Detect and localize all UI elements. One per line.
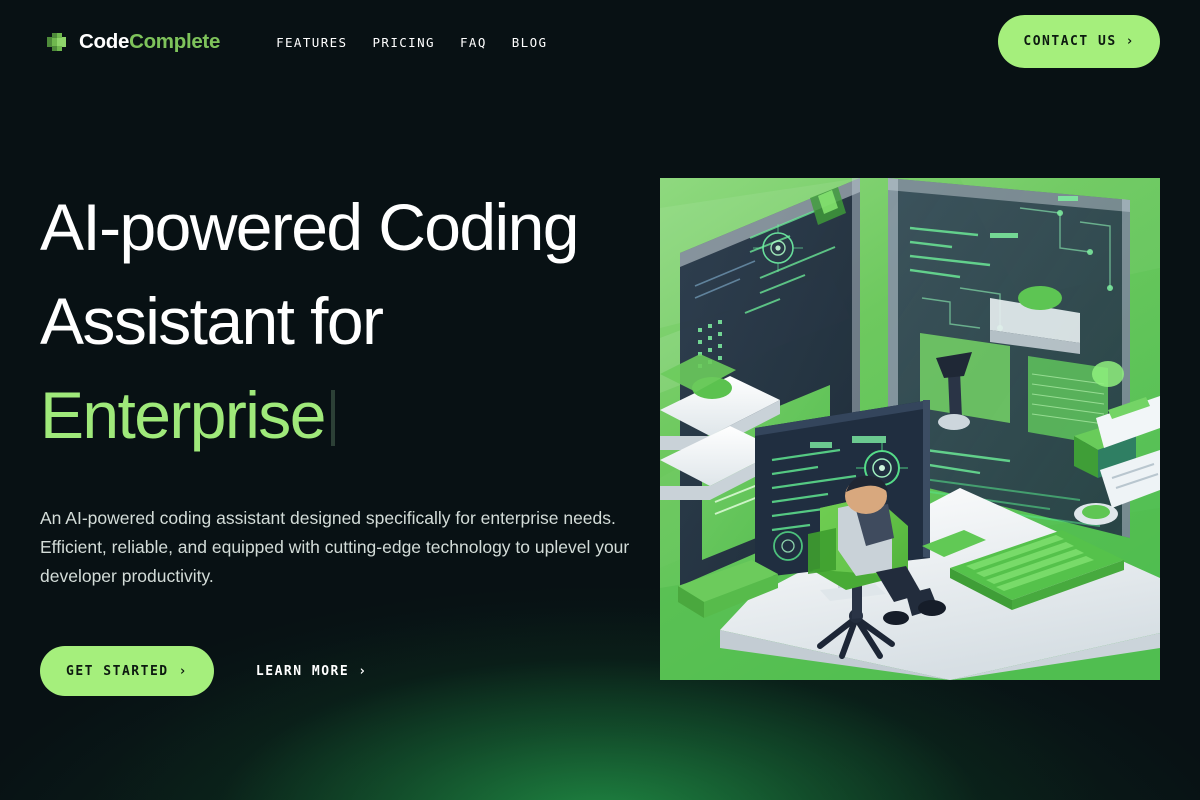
hero-cta-row: GET STARTED › LEARN MORE › bbox=[40, 646, 640, 696]
nav-item-blog[interactable]: BLOG bbox=[512, 35, 548, 50]
main-navigation: FEATURES PRICING FAQ BLOG bbox=[276, 35, 547, 50]
logo-wordmark: CodeComplete bbox=[79, 30, 220, 54]
learn-more-label: LEARN MORE bbox=[255, 663, 350, 679]
get-started-label: GET STARTED bbox=[66, 663, 169, 679]
get-started-button[interactable]: GET STARTED › bbox=[40, 646, 214, 696]
landing-page: CodeComplete FEATURES PRICING FAQ BLOG C… bbox=[0, 0, 1200, 800]
logo-text-primary: Code bbox=[79, 30, 130, 53]
learn-more-button[interactable]: LEARN MORE › bbox=[256, 664, 368, 679]
codecomplete-blocks-icon bbox=[46, 29, 72, 55]
isometric-developer-workspace-illustration bbox=[660, 178, 1160, 680]
site-header: CodeComplete FEATURES PRICING FAQ BLOG C… bbox=[0, 0, 1200, 84]
chevron-right-icon: › bbox=[1125, 34, 1135, 49]
typing-caret bbox=[330, 390, 335, 446]
headline-line-3-accent: Enterprise bbox=[40, 378, 326, 452]
contact-us-label: CONTACT US bbox=[1023, 34, 1117, 49]
nav-item-faq[interactable]: FAQ bbox=[460, 35, 487, 50]
chevron-right-icon: › bbox=[178, 663, 188, 679]
headline-line-1: AI-powered Coding bbox=[40, 190, 579, 264]
contact-us-button[interactable]: CONTACT US › bbox=[998, 15, 1160, 68]
page-title: AI-powered Coding Assistant for Enterpri… bbox=[40, 180, 640, 462]
headline-line-2: Assistant for bbox=[40, 284, 384, 358]
nav-item-features[interactable]: FEATURES bbox=[276, 35, 347, 50]
chevron-right-icon: › bbox=[358, 663, 368, 679]
logo[interactable]: CodeComplete bbox=[46, 29, 220, 55]
nav-item-pricing[interactable]: PRICING bbox=[372, 35, 434, 50]
hero-subtitle: An AI-powered coding assistant designed … bbox=[40, 508, 630, 586]
logo-text-accent: Complete bbox=[129, 30, 221, 53]
hero-content: AI-powered Coding Assistant for Enterpri… bbox=[40, 180, 640, 696]
